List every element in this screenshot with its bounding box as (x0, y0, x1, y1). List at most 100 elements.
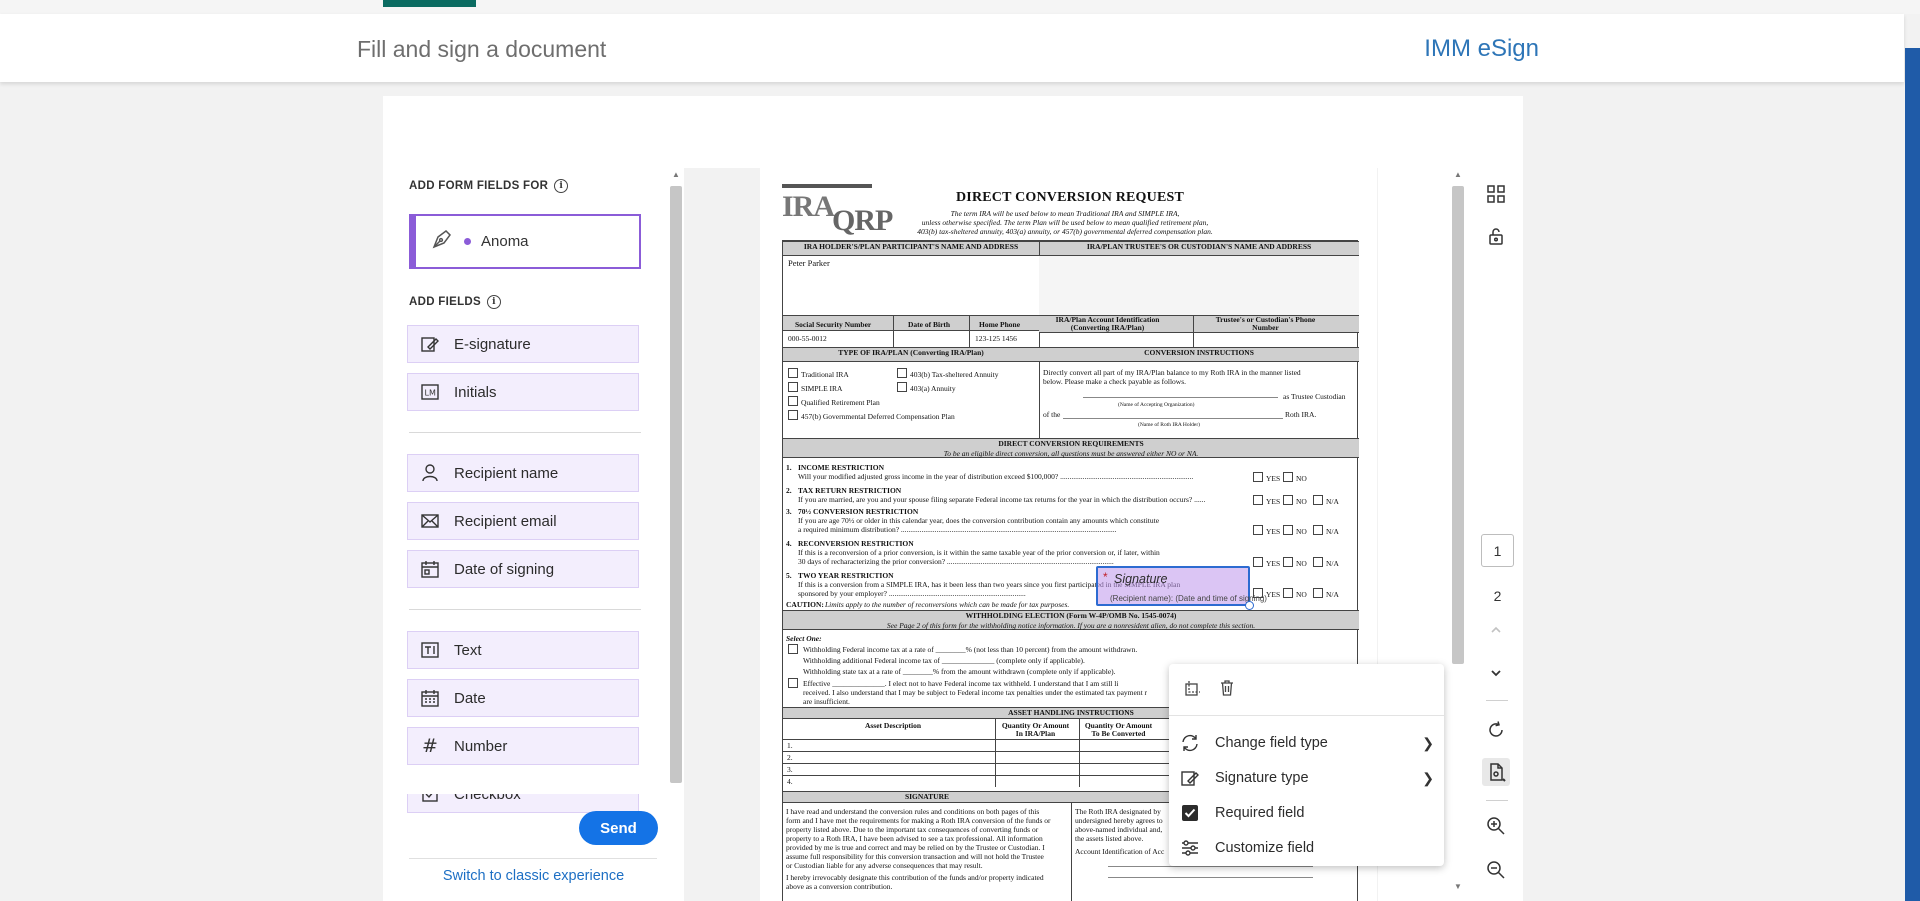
thumbnails-grid-icon[interactable] (1482, 180, 1510, 208)
phone-label: Home Phone (979, 320, 1021, 329)
sidebar-scroll-thumb[interactable] (670, 186, 682, 783)
asset-row-num: 4. (787, 777, 793, 786)
scroll-up-arrow[interactable]: ▲ (1454, 170, 1462, 179)
page-thumb-current[interactable]: 1 (1481, 534, 1514, 567)
sliders-icon (1179, 837, 1201, 859)
info-icon[interactable]: i (554, 179, 569, 193)
subtitle-line: The term IRA will be used below to mean … (950, 209, 1180, 218)
req-sub-text: To be an eligible direct conversion, all… (943, 449, 1199, 458)
withholding-sub-text: See Page 2 of this form for the withhold… (886, 621, 1256, 630)
holder-header: IRA HOLDER'S/PLAN PARTICIPANT'S NAME AND… (783, 241, 1039, 256)
asset-row-num: 3. (787, 765, 793, 774)
signature-text: I have read and understand the conversio… (786, 807, 1040, 816)
req-text: If this is a reconversion of a prior con… (798, 548, 1160, 557)
asset-col-header: Quantity Or Amount In IRA/Plan (1001, 721, 1070, 738)
req-text: Will your modified adjusted gross income… (798, 472, 1194, 481)
yes-label: YES (1266, 527, 1281, 536)
req-text: 30 days of recharacterizing the prior co… (798, 557, 1114, 566)
document-scrollbar[interactable]: ▲ ▼ (1452, 170, 1464, 895)
conv-text: below. Please make a check payable as fo… (1043, 377, 1187, 386)
yes-label: YES (1266, 590, 1281, 599)
accept-text: Account Identification of Acc (1075, 847, 1165, 856)
field-date-of-signing[interactable]: Date of signing (407, 550, 639, 588)
esignature-icon (420, 334, 440, 354)
ssn-value: 000-55-0012 (788, 334, 827, 343)
ssn-label: Social Security Number (795, 320, 872, 329)
signature-field[interactable]: * Signature (Recipient name): (Date and … (1096, 566, 1267, 610)
trash-icon[interactable] (1217, 678, 1237, 698)
divider (1486, 700, 1508, 701)
switch-classic-link[interactable]: Switch to classic experience (409, 868, 658, 884)
field-recipient-name[interactable]: Recipient name (407, 454, 639, 492)
recipient-selector[interactable]: Anoma (409, 214, 641, 269)
send-button[interactable]: Send (579, 811, 658, 845)
field-label: E-signature (454, 335, 531, 353)
text-field-icon (420, 640, 440, 660)
page-thumb-next[interactable]: 2 (1481, 588, 1514, 604)
sidebar-scrollbar[interactable]: ▲ (670, 170, 682, 785)
field-recipient-email[interactable]: Recipient email (407, 502, 639, 540)
withholding-header: WITHHOLDING ELECTION (Form W-4P/OMB No. … (783, 610, 1359, 630)
type-option: Qualified Retirement Plan (801, 398, 880, 407)
signature-text: property to a Roth IRA, I have been advi… (786, 834, 1043, 843)
phone-value: 123-125 1456 (975, 334, 1017, 343)
signature-text: assume full responsibility for this conv… (786, 852, 1044, 861)
brand-name: IMM eSign (1424, 35, 1539, 62)
field-number[interactable]: # Number (407, 727, 639, 765)
asset-row-num: 2. (787, 753, 793, 762)
menu-item-label: Signature type (1215, 770, 1309, 786)
scroll-up-arrow[interactable]: ▲ (672, 170, 680, 179)
document-scroll-thumb[interactable] (1452, 186, 1464, 664)
field-label: Number (454, 737, 508, 755)
withholding-text: received. I also understand that I may b… (803, 688, 1148, 697)
logo-qrp: QRP (832, 204, 893, 237)
zoom-out-icon[interactable] (1482, 856, 1510, 884)
menu-customize-field[interactable]: Customize field (1169, 831, 1444, 865)
duplicate-icon[interactable] (1183, 678, 1203, 698)
chevron-right-icon: ❯ (1422, 770, 1434, 786)
person-icon (420, 463, 440, 483)
info-icon[interactable]: i (487, 295, 501, 309)
signature-header: SIGNATURE (783, 791, 1071, 803)
list-fade (405, 772, 655, 794)
recipient-color-dot (464, 238, 471, 245)
document-title: DIRECT CONVERSION REQUEST (956, 190, 1185, 205)
menu-required-field[interactable]: Required field (1169, 796, 1444, 830)
caution-label: CAUTION: (786, 600, 824, 609)
req-text: If you are age 70½ or older in this cale… (798, 516, 1160, 525)
zoom-in-icon[interactable] (1482, 812, 1510, 840)
na-label: N/A (1326, 497, 1339, 506)
field-initials[interactable]: LM Initials (407, 373, 639, 411)
field-esignature[interactable]: E-signature (407, 325, 639, 363)
caution-text: Limits apply to the number of reconversi… (825, 600, 1070, 609)
na-label: N/A (1326, 527, 1339, 536)
type-option: 403(a) Annuity (910, 384, 956, 393)
req-num: 1. (786, 463, 792, 472)
field-date[interactable]: Date (407, 679, 639, 717)
subtitle-line: unless otherwise specified. The term Pla… (921, 218, 1209, 227)
req-num: 4. (786, 539, 792, 548)
account-label: IRA/Plan Account Identification (Convert… (1055, 315, 1160, 332)
divider (1486, 800, 1508, 801)
rotate-icon[interactable] (1482, 716, 1510, 744)
yes-label: YES (1266, 559, 1281, 568)
chevron-up-icon[interactable] (1482, 616, 1510, 644)
field-text[interactable]: Text (407, 631, 639, 669)
chevron-down-icon[interactable] (1482, 659, 1510, 687)
resize-handle[interactable] (1245, 601, 1254, 610)
envelope-icon (420, 511, 440, 531)
no-label: NO (1296, 527, 1307, 536)
lock-icon[interactable] (1482, 222, 1510, 250)
select-one-label: Select One: (786, 634, 822, 643)
required-asterisk: * (1103, 570, 1108, 584)
scroll-down-arrow[interactable]: ▼ (1454, 882, 1462, 891)
withholding-text: Withholding Federal income tax at a rate… (803, 645, 1138, 654)
menu-item-label: Customize field (1215, 840, 1315, 856)
document-settings-icon[interactable] (1482, 758, 1510, 786)
divider (409, 858, 657, 859)
menu-signature-type[interactable]: Signature type ❯ (1169, 761, 1444, 795)
type-header: TYPE OF IRA/PLAN (Converting IRA/Plan) (783, 347, 1039, 362)
conv-caption: (Name of Accepting Organization) (1118, 402, 1195, 408)
menu-change-field-type[interactable]: Change field type ❯ (1169, 726, 1444, 760)
change-type-icon (1179, 732, 1201, 754)
